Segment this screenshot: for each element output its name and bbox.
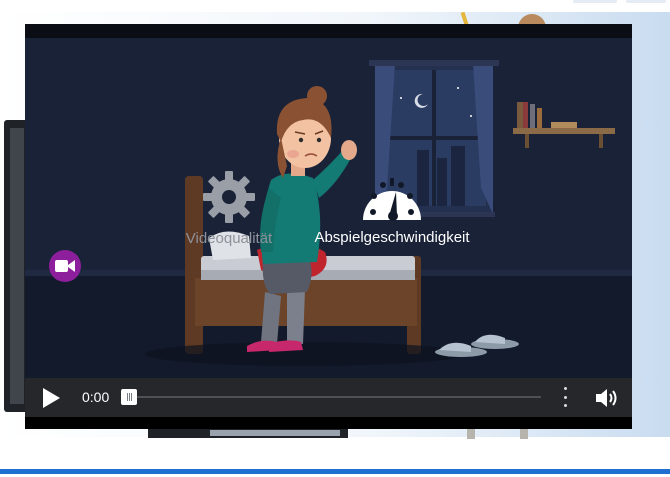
current-time: 0:00 <box>82 389 110 405</box>
page-accent-line <box>0 469 670 474</box>
gear-icon <box>203 171 255 223</box>
progress-handle[interactable] <box>121 389 137 405</box>
speaker-icon <box>596 389 617 407</box>
player-bottom-edge <box>25 417 632 429</box>
top-bar-fragment <box>573 0 617 3</box>
progress-track[interactable] <box>127 396 541 398</box>
video-camera-button[interactable] <box>49 250 81 282</box>
play-button[interactable] <box>39 387 63 409</box>
vertical-dots-icon <box>563 387 567 390</box>
playback-speed-button[interactable]: Abspielgeschwindigkeit <box>307 172 477 246</box>
background-monitor-screen <box>10 128 24 404</box>
speedometer-icon <box>363 178 421 221</box>
quality-setting-label: Videoqualität <box>185 230 273 247</box>
top-bar-fragment <box>626 0 666 3</box>
more-options-button[interactable] <box>558 387 572 407</box>
quality-setting-button[interactable]: Videoqualität <box>175 167 283 247</box>
background-monitor-stand-base <box>210 430 340 436</box>
play-icon <box>43 388 60 408</box>
volume-button[interactable] <box>595 387 619 409</box>
progress-bar[interactable] <box>121 389 543 405</box>
playback-speed-label: Abspielgeschwindigkeit <box>314 229 470 246</box>
video-control-bar: 0:00 <box>25 378 632 417</box>
video-camera-icon <box>55 260 75 272</box>
video-player[interactable]: Videoqualität Abspielgeschwindigkeit 0:0… <box>25 24 632 429</box>
